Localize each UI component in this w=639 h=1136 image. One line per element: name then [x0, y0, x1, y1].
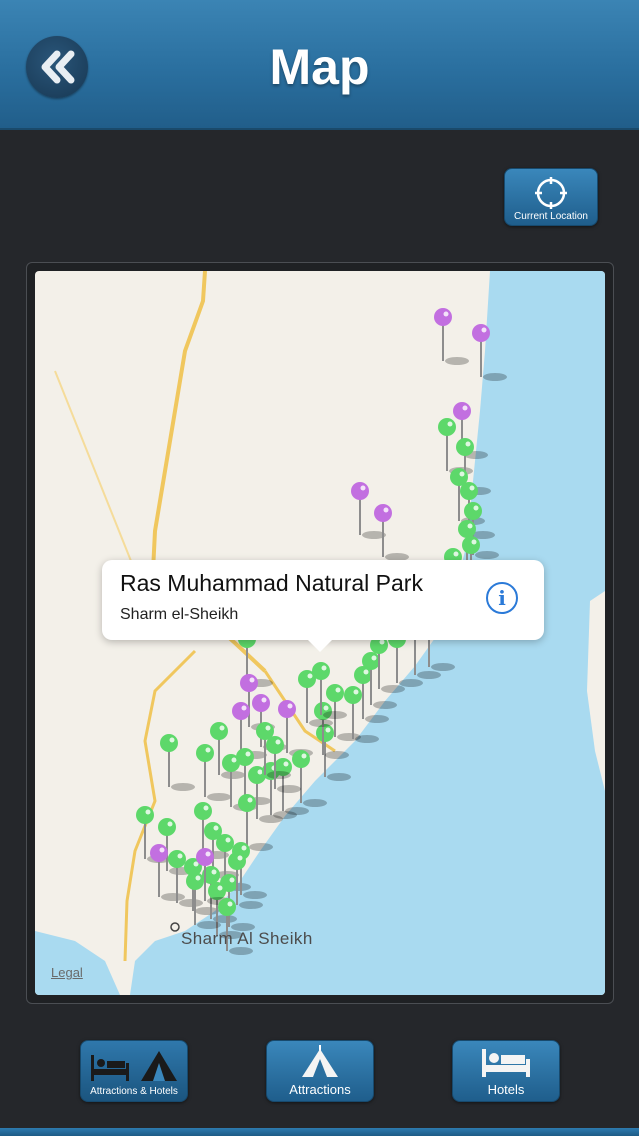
- hotel-pin[interactable]: [292, 750, 327, 807]
- bottom-bar: [0, 1128, 639, 1136]
- page-title: Map: [269, 39, 370, 95]
- tent-icon: [302, 1045, 338, 1077]
- tab-hotels[interactable]: Hotels: [452, 1040, 560, 1102]
- bed-and-tent-icon: [91, 1051, 177, 1081]
- info-icon: i: [498, 586, 506, 610]
- city-label: Sharm Al Sheikh: [181, 929, 313, 948]
- info-button[interactable]: i: [486, 582, 518, 614]
- attraction-pin[interactable]: [434, 308, 469, 365]
- hotel-pin[interactable]: [160, 734, 195, 791]
- map-callout[interactable]: Ras Muhammad Natural Park Sharm el-Sheik…: [102, 560, 544, 652]
- tab-attractions-hotels[interactable]: Attractions & Hotels: [80, 1040, 188, 1102]
- current-location-button[interactable]: Current Location: [504, 168, 598, 226]
- tab-attractions[interactable]: Attractions: [266, 1040, 374, 1102]
- tab-label: Attractions & Hotels: [90, 1086, 178, 1097]
- callout-title: Ras Muhammad Natural Park: [120, 570, 423, 596]
- header-bar: Map: [0, 0, 639, 130]
- tab-label: Attractions: [289, 1082, 351, 1097]
- tab-label: Hotels: [487, 1082, 525, 1097]
- callout-subtitle: Sharm el-Sheikh: [120, 606, 239, 623]
- current-location-label: Current Location: [514, 211, 588, 222]
- legal-link[interactable]: Legal: [51, 965, 83, 980]
- crosshair-icon: [535, 177, 567, 209]
- bed-icon: [482, 1049, 530, 1077]
- attraction-pin[interactable]: [472, 324, 507, 381]
